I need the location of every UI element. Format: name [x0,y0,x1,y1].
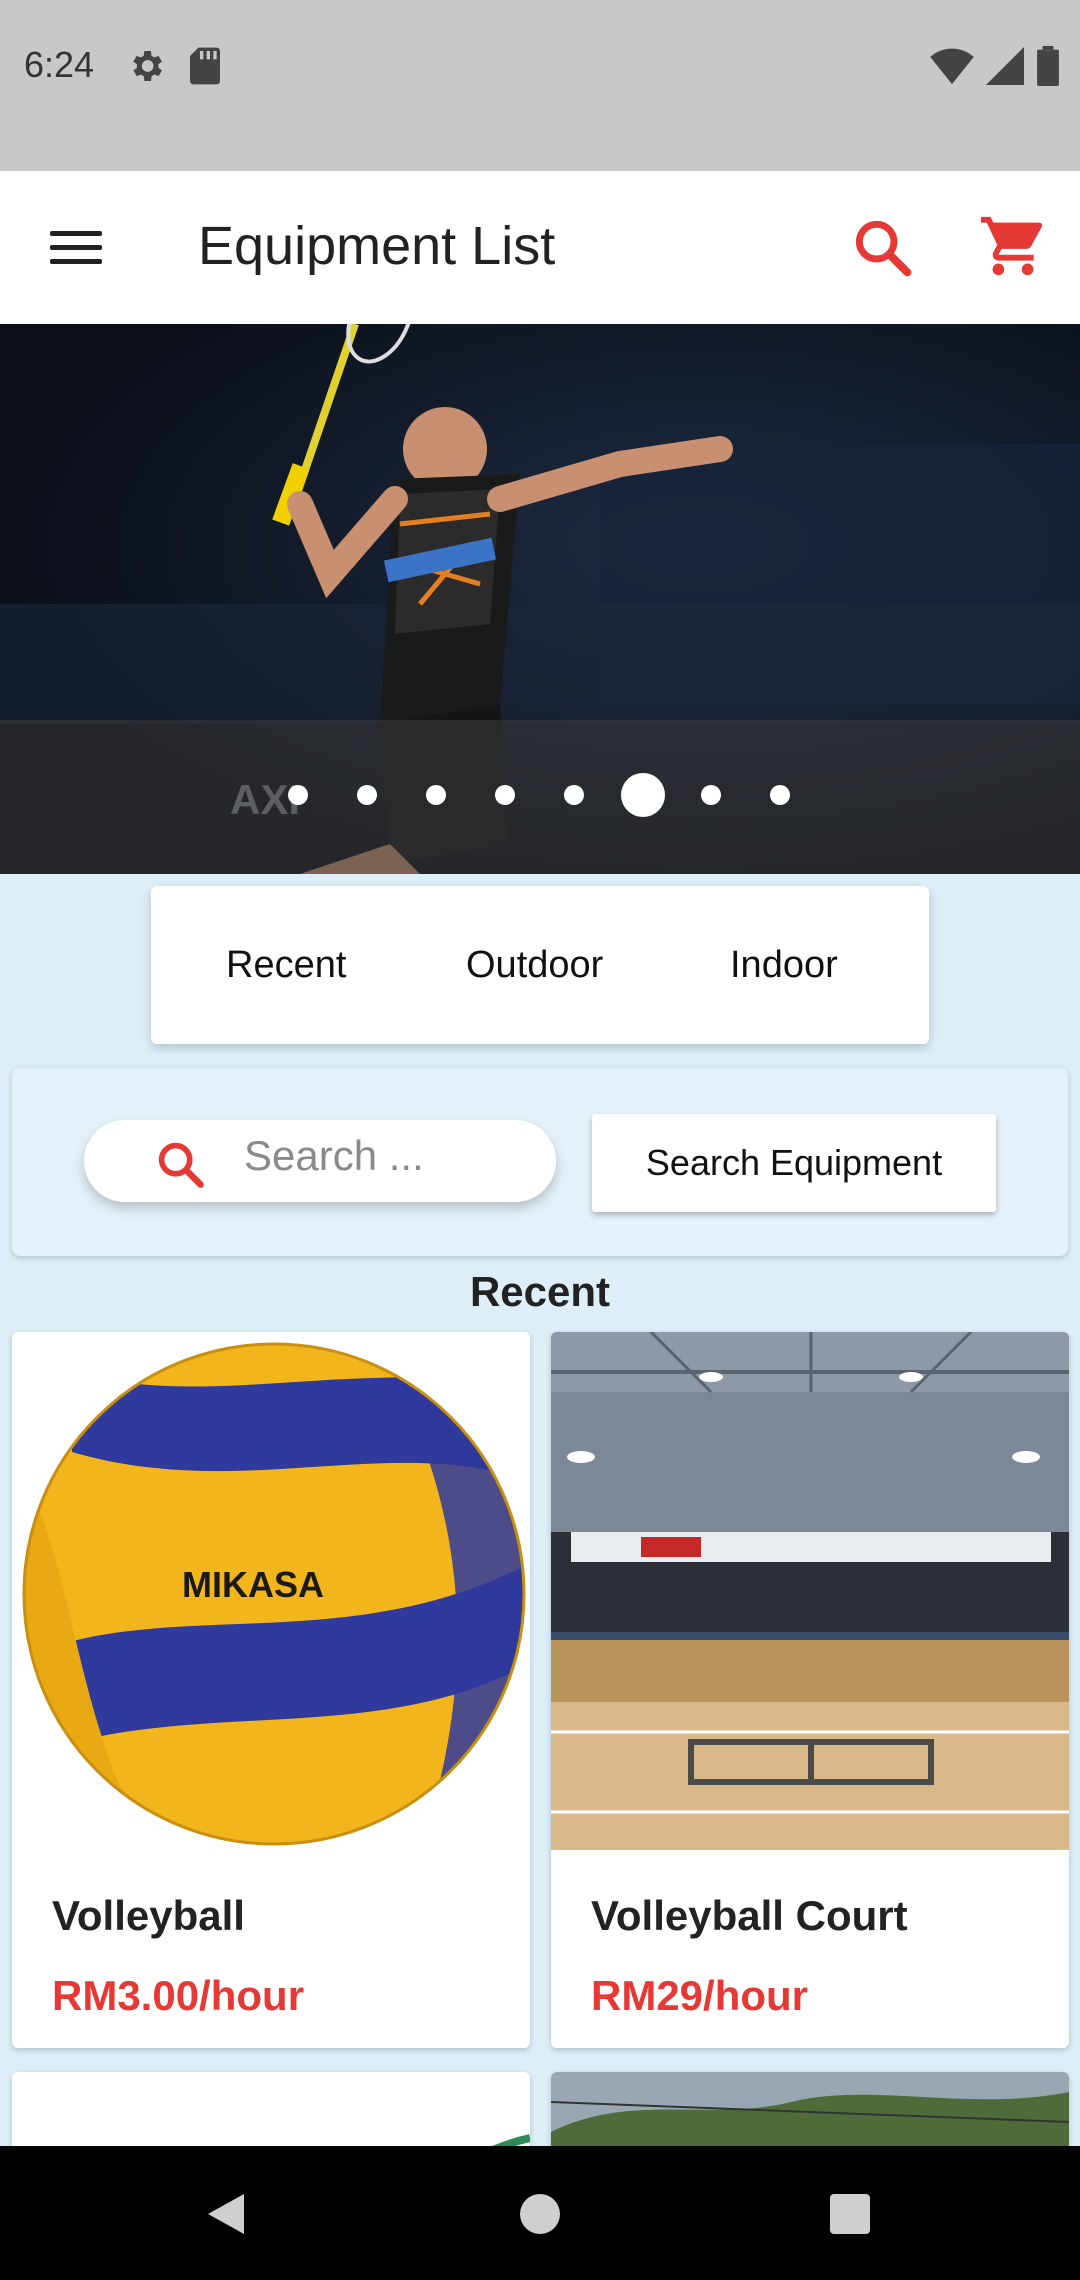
carousel-dot[interactable] [564,785,584,805]
page-title: Equipment List [198,216,556,276]
tab-indoor[interactable]: Indoor [730,944,838,987]
category-tabs: Recent Outdoor Indoor [151,886,929,1044]
product-image: MIKASA [12,1332,530,1850]
wifi-icon [930,48,974,85]
product-card-volleyball[interactable]: MIKASA Volleyball RM3.00/hour [12,1332,530,2048]
volleyball-image: MIKASA [12,1332,530,1850]
menu-icon-bar [50,244,102,250]
volleyball-court-image [551,1332,1069,1850]
search-panel: Search ... Search Equipment [12,1068,1068,1256]
product-name: Volleyball Court [591,1892,908,1939]
home-icon[interactable] [518,2192,562,2236]
tab-outdoor[interactable]: Outdoor [466,944,603,987]
product-name: Volleyball [52,1892,245,1939]
menu-icon-bar [50,258,102,264]
product-image [551,1332,1069,1850]
product-card-volleyball-court[interactable]: Volleyball Court RM29/hour [551,1332,1069,2048]
search-input[interactable]: Search ... [84,1120,556,1202]
status-bar: 6:24 [0,0,1080,171]
carousel-dot[interactable] [495,785,515,805]
status-time: 6:24 [24,44,95,85]
battery-icon [1037,46,1059,86]
back-icon[interactable] [204,2190,248,2238]
product-price: RM29/hour [591,1972,809,2019]
carousel-dot[interactable] [357,785,377,805]
carousel-dot[interactable] [288,785,308,805]
signal-icon [986,47,1024,85]
tab-recent[interactable]: Recent [226,944,346,987]
settings-icon [133,51,162,81]
menu-button[interactable] [40,211,112,283]
app-bar: Equipment List [0,171,1080,324]
section-title: Recent [469,1268,611,1315]
carousel-dot[interactable] [426,785,446,805]
carousel-dot-active[interactable] [621,773,665,817]
search-placeholder: Search ... [244,1132,424,1179]
carousel-dot[interactable] [770,785,790,805]
search-icon [158,1142,204,1188]
shopping-cart-icon[interactable] [978,211,1048,281]
search-equipment-button[interactable]: Search Equipment [592,1114,996,1212]
carousel-indicator [0,770,1080,820]
menu-icon-bar [50,230,102,236]
search-icon[interactable] [850,215,914,279]
svg-text:MIKASA: MIKASA [182,1564,324,1605]
system-navigation-bar [0,2146,1080,2280]
carousel-dot[interactable] [701,785,721,805]
product-price: RM3.00/hour [52,1972,305,2019]
recents-icon[interactable] [828,2192,872,2236]
sd-card-icon [190,47,220,85]
